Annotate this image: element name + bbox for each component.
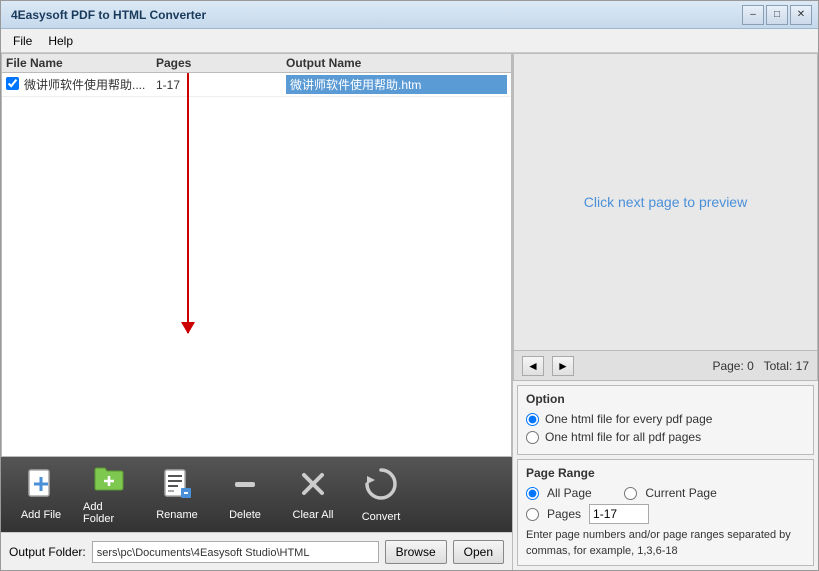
toolbar: Add File Add Folder — [1, 457, 512, 532]
output-row: Output Folder: sers\pc\Documents\4Easyso… — [1, 532, 512, 570]
add-folder-button[interactable]: Add Folder — [79, 462, 139, 527]
option-label-1: One html file for every pdf page — [545, 412, 712, 426]
convert-label: Convert — [362, 511, 401, 523]
minimize-button[interactable]: – — [742, 5, 764, 25]
convert-svg — [363, 466, 399, 502]
add-file-svg — [25, 468, 57, 500]
menu-help[interactable]: Help — [40, 32, 81, 50]
file-name-cell: 微讲师软件使用帮助.... — [24, 76, 156, 93]
file-checkbox[interactable] — [6, 77, 19, 90]
delete-label: Delete — [229, 509, 261, 521]
output-path-display: sers\pc\Documents\4Easysoft Studio\HTML — [92, 541, 379, 563]
pages-radio[interactable] — [526, 508, 539, 521]
page-hint: Enter page numbers and/or page ranges se… — [526, 528, 805, 559]
option-label-2: One html file for all pdf pages — [545, 430, 701, 444]
rename-icon — [161, 468, 193, 505]
pages-label: Pages — [547, 507, 581, 521]
add-folder-svg — [93, 464, 125, 492]
clear-all-svg — [297, 468, 329, 500]
file-list-header: File Name Pages Output Name — [2, 54, 511, 73]
right-panel: Click next page to preview ◄ ► Page: 0 T… — [513, 53, 818, 570]
convert-icon — [363, 466, 399, 507]
option-row-2: One html file for all pdf pages — [526, 430, 805, 444]
file-pages-cell: 1-17 — [156, 78, 286, 92]
option-radio-2[interactable] — [526, 431, 539, 444]
restore-button[interactable]: □ — [766, 5, 788, 25]
open-button[interactable]: Open — [453, 540, 504, 564]
next-page-button[interactable]: ► — [552, 356, 574, 376]
convert-button[interactable]: Convert — [351, 462, 411, 527]
add-file-icon — [25, 468, 57, 505]
options-title: Option — [526, 392, 805, 406]
red-arrow-indicator — [187, 73, 189, 333]
rename-button[interactable]: Rename — [147, 462, 207, 527]
main-window: 4Easysoft PDF to HTML Converter – □ ✕ Fi… — [0, 0, 819, 571]
navigation-bar: ◄ ► Page: 0 Total: 17 — [513, 351, 818, 381]
add-folder-icon — [93, 464, 125, 497]
rename-label: Rename — [156, 509, 198, 521]
col-output-header: Output Name — [286, 56, 507, 70]
file-list-inner: 微讲师软件使用帮助.... 1-17 微讲师软件使用帮助.htm — [2, 73, 511, 456]
preview-text: Click next page to preview — [584, 194, 747, 210]
pages-input[interactable] — [589, 504, 649, 524]
file-output-cell[interactable]: 微讲师软件使用帮助.htm — [286, 75, 507, 94]
file-list-body[interactable]: 微讲师软件使用帮助.... 1-17 微讲师软件使用帮助.htm — [2, 73, 511, 456]
options-section: Option One html file for every pdf page … — [517, 385, 814, 455]
all-page-label: All Page — [547, 486, 592, 500]
option-radio-1[interactable] — [526, 413, 539, 426]
browse-button[interactable]: Browse — [385, 540, 447, 564]
output-folder-label: Output Folder: — [9, 545, 86, 559]
menu-bar: File Help — [1, 29, 818, 53]
page-range-title: Page Range — [526, 466, 805, 480]
col-filename-header: File Name — [6, 56, 156, 70]
col-pages-header: Pages — [156, 56, 286, 70]
main-content: File Name Pages Output Name 微讲师软件使用帮助...… — [1, 53, 818, 570]
rename-svg — [161, 468, 193, 500]
file-list-container: File Name Pages Output Name 微讲师软件使用帮助...… — [1, 53, 512, 457]
clear-all-icon — [297, 468, 329, 505]
page-range-row-2: Pages — [526, 504, 805, 524]
title-bar: 4Easysoft PDF to HTML Converter – □ ✕ — [1, 1, 818, 29]
all-page-radio[interactable] — [526, 487, 539, 500]
delete-button[interactable]: Delete — [215, 462, 275, 527]
add-file-button[interactable]: Add File — [11, 462, 71, 527]
preview-area: Click next page to preview — [513, 53, 818, 351]
window-controls: – □ ✕ — [742, 5, 812, 25]
current-page-label: Current Page — [645, 486, 716, 500]
total-pages: Total: 17 — [764, 359, 809, 373]
page-range-row-1: All Page Current Page — [526, 486, 805, 500]
page-range-section: Page Range All Page Current Page Pages E… — [517, 459, 814, 566]
delete-svg — [229, 468, 261, 500]
close-button[interactable]: ✕ — [790, 5, 812, 25]
clear-all-label: Clear All — [293, 509, 334, 521]
menu-file[interactable]: File — [5, 32, 40, 50]
current-page-radio[interactable] — [624, 487, 637, 500]
window-title: 4Easysoft PDF to HTML Converter — [11, 8, 206, 22]
prev-page-button[interactable]: ◄ — [522, 356, 544, 376]
delete-icon — [229, 468, 261, 505]
left-panel: File Name Pages Output Name 微讲师软件使用帮助...… — [1, 53, 513, 570]
add-file-label: Add File — [21, 509, 61, 521]
option-row-1: One html file for every pdf page — [526, 412, 805, 426]
row-checkbox[interactable] — [6, 77, 24, 93]
table-row[interactable]: 微讲师软件使用帮助.... 1-17 微讲师软件使用帮助.htm — [2, 73, 511, 97]
clear-all-button[interactable]: Clear All — [283, 462, 343, 527]
add-folder-label: Add Folder — [83, 501, 135, 525]
page-info: Page: 0 Total: 17 — [582, 359, 809, 373]
page-number: Page: 0 — [712, 359, 753, 373]
